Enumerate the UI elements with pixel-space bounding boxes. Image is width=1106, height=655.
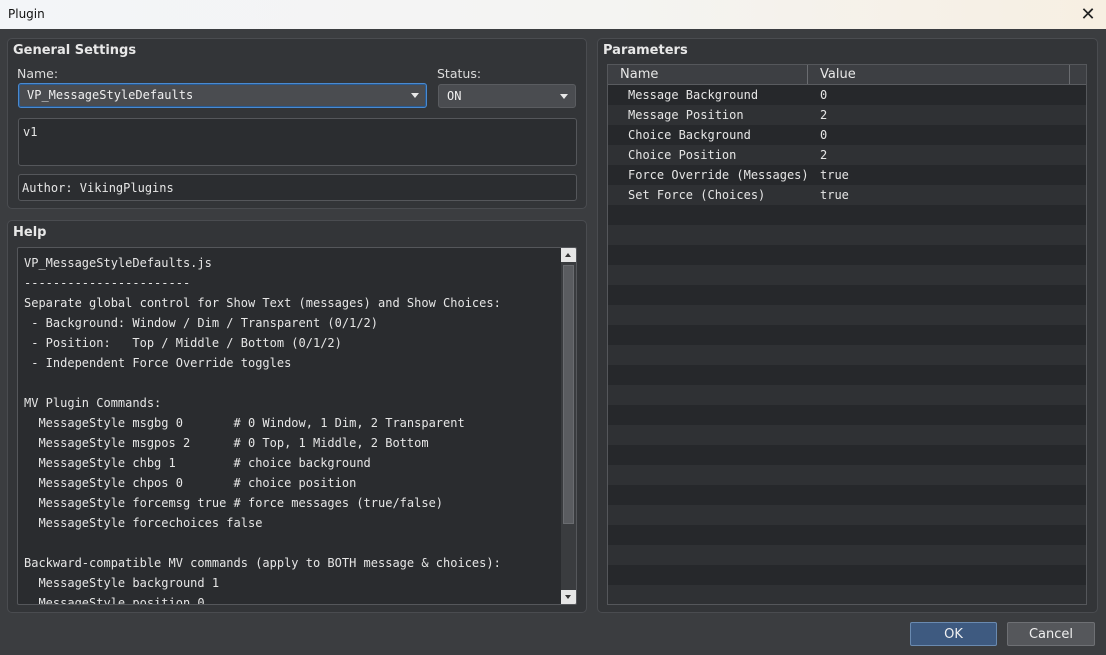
description-field[interactable]: v1	[18, 118, 577, 166]
parameters-table: Name Value Message Background 0 Message Po…	[607, 64, 1087, 605]
table-row[interactable]	[608, 225, 1086, 245]
table-row[interactable]	[608, 545, 1086, 565]
parameters-group: Parameters Name Value Message Background…	[597, 38, 1098, 613]
param-value: 0	[820, 88, 828, 102]
close-icon[interactable]: ✕	[1070, 0, 1106, 29]
table-row[interactable]	[608, 205, 1086, 225]
status-label: Status:	[437, 66, 482, 81]
column-header-value[interactable]: Value	[820, 67, 856, 82]
param-value: 0	[820, 128, 828, 142]
param-name: Set Force (Choices)	[628, 188, 766, 202]
table-row[interactable]	[608, 485, 1086, 505]
param-name: Choice Background	[628, 128, 751, 142]
table-row[interactable]	[608, 285, 1086, 305]
table-row[interactable]	[608, 325, 1086, 345]
ok-button[interactable]: OK	[910, 622, 997, 646]
help-group: Help VP_MessageStyleDefaults.js --------…	[7, 220, 587, 613]
table-row[interactable]	[608, 525, 1086, 545]
plugin-name-value: VP_MessageStyleDefaults	[27, 88, 194, 102]
scroll-thumb[interactable]	[563, 265, 574, 524]
table-row[interactable]	[608, 365, 1086, 385]
table-row[interactable]	[608, 345, 1086, 365]
table-row[interactable]: Message Background 0	[608, 85, 1086, 105]
status-select[interactable]: ON	[438, 84, 576, 108]
table-row[interactable]	[608, 425, 1086, 445]
title-bar: Plugin ✕	[0, 0, 1106, 29]
general-settings-heading: General Settings	[13, 43, 137, 58]
table-row[interactable]: Message Position 2	[608, 105, 1086, 125]
author-text: Author: VikingPlugins	[22, 181, 174, 195]
table-row[interactable]	[608, 585, 1086, 604]
status-value: ON	[447, 89, 462, 103]
author-field[interactable]: Author: VikingPlugins	[18, 174, 577, 201]
param-value: 2	[820, 148, 828, 162]
window-title: Plugin	[8, 7, 45, 21]
param-name: Message Background	[628, 88, 759, 102]
param-name: Message Position	[628, 108, 744, 122]
table-header: Name Value	[608, 65, 1086, 85]
table-row[interactable]	[608, 445, 1086, 465]
table-row[interactable]	[608, 245, 1086, 265]
help-scrollbar[interactable]	[561, 248, 576, 604]
plugin-dialog: General Settings Name: VP_MessageStyleDe…	[0, 29, 1106, 655]
scroll-up-icon[interactable]	[561, 248, 576, 262]
table-row[interactable]	[608, 385, 1086, 405]
table-row[interactable]: Set Force (Choices) true	[608, 185, 1086, 205]
help-textbox[interactable]: VP_MessageStyleDefaults.js -------------…	[17, 247, 577, 605]
table-row[interactable]	[608, 405, 1086, 425]
column-header-name[interactable]: Name	[620, 67, 658, 82]
chevron-down-icon	[411, 93, 419, 98]
table-row[interactable]	[608, 265, 1086, 285]
cancel-button[interactable]: Cancel	[1007, 622, 1095, 646]
name-label: Name:	[17, 66, 59, 81]
param-name: Choice Position	[628, 148, 737, 162]
table-row[interactable]: Force Override (Messages) true	[608, 165, 1086, 185]
parameters-heading: Parameters	[603, 43, 688, 58]
table-row[interactable]	[608, 305, 1086, 325]
help-heading: Help	[13, 225, 47, 240]
plugin-name-select[interactable]: VP_MessageStyleDefaults	[18, 83, 427, 108]
param-name: Force Override (Messages)	[628, 168, 809, 182]
chevron-down-icon	[560, 94, 568, 99]
table-row[interactable]: Choice Background 0	[608, 125, 1086, 145]
column-divider	[807, 65, 808, 84]
table-row[interactable]	[608, 465, 1086, 485]
description-text: v1	[23, 125, 38, 139]
param-value: true	[820, 188, 849, 202]
scroll-down-icon[interactable]	[561, 590, 576, 604]
help-text: VP_MessageStyleDefaults.js -------------…	[24, 256, 501, 605]
table-row[interactable]: Choice Position 2	[608, 145, 1086, 165]
general-settings-group: General Settings Name: VP_MessageStyleDe…	[7, 38, 587, 209]
table-row[interactable]	[608, 565, 1086, 585]
param-value: 2	[820, 108, 828, 122]
table-row[interactable]	[608, 505, 1086, 525]
param-value: true	[820, 168, 849, 182]
column-divider	[1069, 65, 1070, 84]
